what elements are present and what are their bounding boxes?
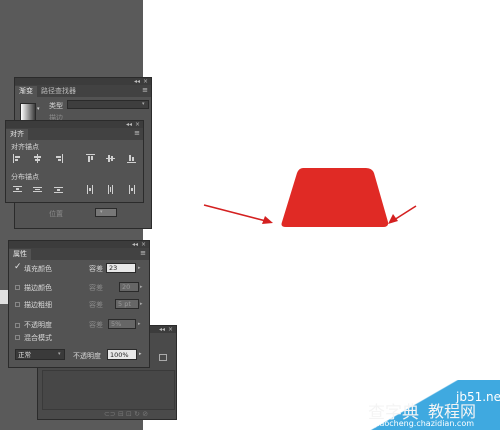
left-arrow-icon	[203, 204, 273, 224]
right-arrow-icon	[388, 205, 417, 224]
watermark-url: jiaocheng.chazidian.com	[375, 419, 475, 428]
red-trapezoid-shape	[281, 168, 389, 227]
artboard-canvas	[203, 168, 417, 227]
